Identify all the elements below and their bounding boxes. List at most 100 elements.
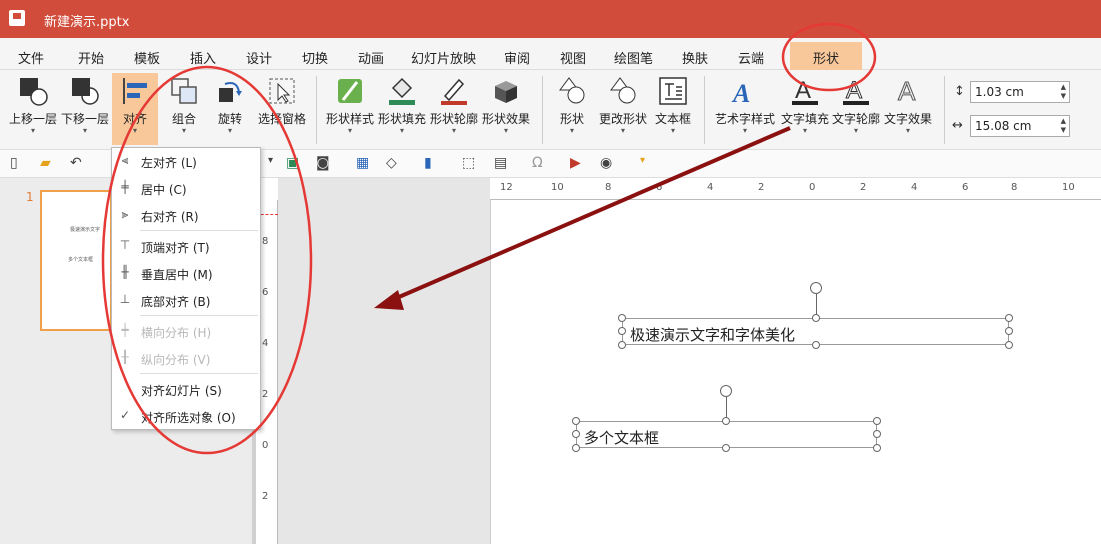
width-spinner-icon[interactable]: ▲ ▼ — [1061, 117, 1066, 135]
shape-fill-button[interactable]: 形状填充 ▾ — [376, 76, 428, 135]
menu-item-align-top[interactable]: ⊤ 顶端对齐 (T) — [112, 234, 260, 258]
chart-icon[interactable]: ▮ — [424, 155, 432, 171]
open-folder-icon[interactable]: ▰ — [40, 155, 51, 171]
undo-icon[interactable]: ↶ — [70, 155, 82, 171]
resize-handle[interactable] — [618, 327, 626, 335]
width-field[interactable]: 15.08 cm ▲ ▼ — [970, 115, 1070, 137]
rotate-handle-icon[interactable] — [720, 385, 732, 397]
tab-home[interactable]: 开始 — [78, 48, 104, 67]
table-icon[interactable]: ▦ — [356, 155, 369, 171]
bring-forward-button[interactable]: 上移一层 ▾ — [8, 76, 58, 135]
image-icon[interactable]: ▣ — [286, 155, 299, 171]
menu-item-distribute-horizontal[interactable]: ┿ 横向分布 (H) — [112, 319, 260, 343]
resize-handle[interactable] — [1005, 341, 1013, 349]
tab-transition[interactable]: 切换 — [302, 48, 328, 67]
slide-thumbnail[interactable]: 极速演示文字 多个文本框 — [40, 190, 112, 331]
tab-insert[interactable]: 插入 — [190, 48, 216, 67]
resize-handle[interactable] — [1005, 327, 1013, 335]
text-outline-button[interactable]: A 文字轮廓 ▾ — [830, 76, 882, 135]
tab-shape[interactable]: 形状 — [790, 42, 862, 70]
shape-fill-label: 形状填充 — [377, 112, 426, 126]
resize-handle[interactable] — [873, 430, 881, 438]
text-outline-label: 文字轮廓 — [831, 112, 880, 126]
text-effect-label: 文字效果 — [883, 112, 932, 126]
menu-item-align-bottom[interactable]: ⊥ 底部对齐 (B) — [112, 288, 260, 312]
resize-handle[interactable] — [618, 341, 626, 349]
tab-slideshow[interactable]: 幻灯片放映 — [411, 48, 476, 67]
shape-style-button[interactable]: 形状样式 ▾ — [324, 76, 376, 135]
hruler-label: 6 — [962, 182, 969, 193]
send-backward-button[interactable]: 下移一层 ▾ — [60, 76, 110, 135]
selection-pane-label: 选择窗格 — [257, 112, 306, 126]
dropdown-arrow-icon[interactable]: ▾ — [268, 155, 273, 166]
menu-item-align-right[interactable]: ⫸ 右对齐 (R) — [112, 203, 260, 227]
menu-item-align-to-slide[interactable]: 对齐幻灯片 (S) — [112, 377, 260, 401]
rotate-label: 旋转 — [217, 112, 242, 126]
screenshot-icon[interactable]: ◙ — [316, 155, 330, 171]
align-center-icon: ╪ — [121, 180, 129, 194]
shape-effect-button[interactable]: 形状效果 ▾ — [480, 76, 532, 135]
resize-handle[interactable] — [873, 444, 881, 452]
align-right-icon: ⫸ — [121, 207, 129, 221]
resize-handle[interactable] — [572, 417, 580, 425]
tab-view[interactable]: 视图 — [560, 48, 586, 67]
symbol-icon[interactable]: Ω — [532, 155, 543, 171]
bring-forward-label: 上移一层 — [8, 112, 57, 126]
textbox-1-text[interactable]: 极速演示文字和字体美化 — [630, 324, 795, 345]
slide-canvas[interactable] — [490, 200, 1101, 544]
shape-outline-label: 形状轮廓 — [429, 112, 478, 126]
resize-handle[interactable] — [812, 314, 820, 322]
resize-handle[interactable] — [572, 430, 580, 438]
wordart-style-button[interactable]: A 艺术字样式 ▾ — [712, 76, 778, 135]
resize-handle[interactable] — [873, 417, 881, 425]
vruler-label: 0 — [262, 440, 269, 451]
height-spinner-icon[interactable]: ▲ ▼ — [1061, 83, 1066, 101]
group-button[interactable]: 组合 ▾ — [164, 76, 204, 135]
height-field[interactable]: 1.03 cm ▲ ▼ — [970, 81, 1070, 103]
height-value: 1.03 cm — [975, 85, 1024, 99]
shape-button[interactable]: 形状 ▾ — [550, 76, 594, 135]
selection-pane-button[interactable]: 选择窗格 — [254, 76, 310, 127]
rotate-handle-icon[interactable] — [810, 282, 822, 294]
media-icon[interactable]: ▶ — [570, 155, 581, 171]
tab-review[interactable]: 审阅 — [504, 48, 530, 67]
text-effect-button[interactable]: A 文字效果 ▾ — [882, 76, 934, 135]
menu-item-align-middle[interactable]: ╫ 垂直居中 (M) — [112, 261, 260, 285]
text-fill-button[interactable]: A 文字填充 ▾ — [780, 76, 830, 135]
tab-template[interactable]: 模板 — [134, 48, 160, 67]
tab-animation[interactable]: 动画 — [358, 48, 384, 67]
tab-file[interactable]: 文件 — [18, 48, 44, 67]
tab-skin[interactable]: 换肤 — [682, 48, 708, 67]
hruler-label: 8 — [1011, 182, 1018, 193]
svg-text:A: A — [731, 79, 750, 106]
resize-handle[interactable] — [618, 314, 626, 322]
tab-design[interactable]: 设计 — [246, 48, 272, 67]
textbox-button[interactable]: 文本框 ▾ — [652, 76, 694, 135]
resize-handle[interactable] — [722, 417, 730, 425]
text-fill-label: 文字填充 — [780, 112, 829, 126]
resize-handle[interactable] — [1005, 314, 1013, 322]
menu-item-align-left[interactable]: ⫷ 左对齐 (L) — [112, 149, 260, 173]
menu-item-distribute-vertical[interactable]: ╂ 纵向分布 (V) — [112, 346, 260, 370]
tab-pen[interactable]: 绘图笔 — [614, 48, 653, 67]
rotate-button[interactable]: 旋转 ▾ — [210, 76, 250, 135]
tab-cloud[interactable]: 云端 — [738, 48, 764, 67]
resize-handle[interactable] — [722, 444, 730, 452]
customize-icon[interactable]: ▾ — [640, 155, 645, 166]
resize-handle[interactable] — [572, 444, 580, 452]
vruler-label: 2 — [262, 491, 269, 502]
align-button[interactable]: 对齐 ▾ — [112, 73, 158, 145]
new-file-icon[interactable]: ▯ — [10, 155, 18, 171]
resize-handle[interactable] — [812, 341, 820, 349]
shapes-small-icon[interactable]: ◇ — [386, 155, 397, 171]
svg-text:A: A — [898, 76, 916, 106]
change-shape-button[interactable]: 更改形状 ▾ — [596, 76, 650, 135]
menu-item-align-center[interactable]: ╪ 居中 (C) — [112, 176, 260, 200]
preview-icon[interactable]: ◉ — [600, 155, 612, 171]
text-select-icon[interactable]: ⬚ — [462, 155, 475, 171]
shape-outline-button[interactable]: 形状轮廓 ▾ — [428, 76, 480, 135]
textbox-2-text[interactable]: 多个文本框 — [584, 427, 659, 448]
textbox-small-icon[interactable]: ▤ — [494, 155, 507, 171]
menu-item-align-selected[interactable]: ✓ 对齐所选对象 (O) — [112, 404, 260, 428]
group-label: 组合 — [171, 112, 196, 126]
